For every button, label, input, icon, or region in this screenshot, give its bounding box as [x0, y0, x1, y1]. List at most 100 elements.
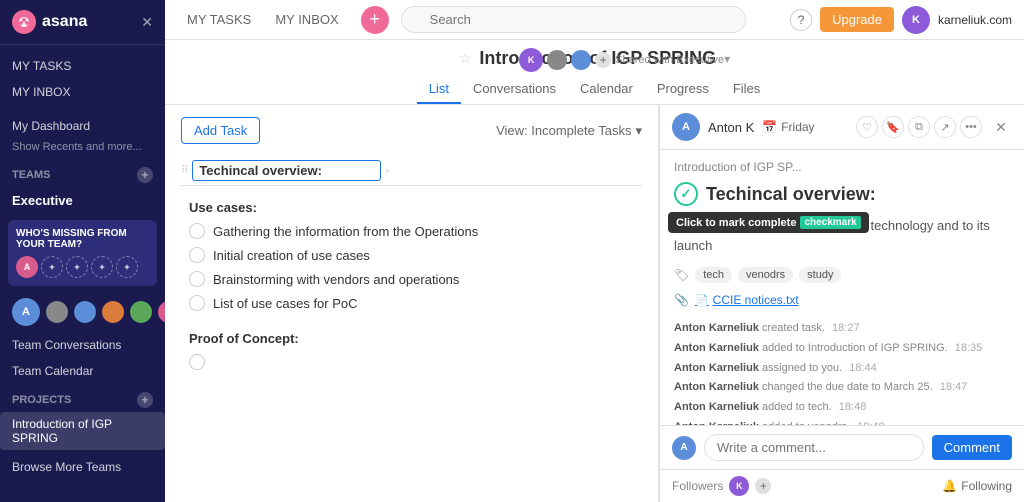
user-name[interactable]: karneliuk.com: [938, 13, 1012, 27]
sidebar-item-my-tasks[interactable]: MY TASKS: [0, 53, 165, 79]
task-check-3[interactable]: [189, 271, 205, 287]
upgrade-button[interactable]: Upgrade: [820, 7, 894, 32]
bookmark-button[interactable]: 🔖: [882, 116, 904, 138]
tab-calendar[interactable]: Calendar: [568, 75, 645, 104]
task-check-4[interactable]: [189, 295, 205, 311]
detail-actions: ♡ 🔖 ⧉ ↗ •••: [856, 116, 982, 138]
topbar-my-tasks[interactable]: MY TASKS: [177, 6, 261, 33]
comment-avatar: A: [672, 436, 696, 460]
add-button[interactable]: +: [361, 6, 389, 34]
sidebar-item-team-calendar[interactable]: Team Calendar: [0, 358, 165, 384]
shared-label: Shared with Executive: [615, 54, 724, 66]
section-title-input[interactable]: [192, 160, 381, 181]
detail-body: Introduction of IGP SP... ✓ Click to mar…: [660, 150, 1024, 425]
detail-header: A Anton K 📅 Friday ♡ 🔖 ⧉ ↗ ••• ✕: [660, 105, 1024, 150]
detail-attachment-row: 📎 📄 CCIE notices.txt: [674, 293, 1010, 307]
tab-list[interactable]: List: [417, 75, 461, 104]
complete-circle-button[interactable]: ✓ Click to mark complete checkmark: [674, 182, 698, 206]
tooltip-text: Click to mark complete: [676, 217, 796, 229]
tooltip-checkmark: checkmark: [800, 216, 860, 229]
section-drag-handle[interactable]: ⠿: [181, 165, 188, 176]
add-follower-button[interactable]: +: [755, 478, 771, 494]
avatar-placeholder-3[interactable]: +: [91, 256, 113, 278]
tab-files[interactable]: Files: [721, 75, 772, 104]
detail-task-title: ✓ Click to mark complete checkmark Techi…: [674, 182, 1010, 206]
tab-progress[interactable]: Progress: [645, 75, 721, 104]
search-area: 🔍: [401, 6, 746, 33]
sidebar-item-my-inbox[interactable]: MY INBOX: [0, 79, 165, 105]
file-icon: 📄: [695, 294, 709, 307]
sidebar-item-dashboard[interactable]: My Dashboard: [0, 113, 165, 139]
topbar: MY TASKS MY INBOX + 🔍 ? Upgrade K karnel…: [165, 0, 1024, 40]
task-text-3[interactable]: Brainstorming with vendors and operation…: [213, 272, 459, 287]
tab-conversations[interactable]: Conversations: [461, 75, 568, 104]
add-task-button[interactable]: Add Task: [181, 117, 260, 144]
check-icon: ✓: [681, 186, 692, 202]
topbar-nav: MY TASKS MY INBOX: [177, 6, 349, 33]
topbar-my-inbox[interactable]: MY INBOX: [265, 6, 348, 33]
project-title-row: ☆ Introduction of IGP SPRING ▾ K + Share…: [181, 48, 1008, 75]
copy-button[interactable]: ⧉: [908, 116, 930, 138]
following-button[interactable]: 🔔 Following: [942, 479, 1012, 493]
team-member-5: [130, 301, 152, 323]
more-button[interactable]: •••: [960, 116, 982, 138]
task-item-5: [181, 350, 642, 374]
like-button[interactable]: ♡: [856, 116, 878, 138]
task-check-5[interactable]: [189, 354, 205, 370]
main-area: MY TASKS MY INBOX + 🔍 ? Upgrade K karnel…: [165, 0, 1024, 502]
avatar-placeholder-1[interactable]: +: [41, 256, 63, 278]
team-member-avatar: A: [12, 298, 40, 326]
search-input[interactable]: [401, 6, 746, 33]
detail-close-button[interactable]: ✕: [990, 116, 1012, 138]
who-missing-banner: WHO'S MISSING FROM YOUR TEAM? A + + + +: [8, 220, 157, 286]
share-button[interactable]: ↗: [934, 116, 956, 138]
task-check-2[interactable]: [189, 247, 205, 263]
calendar-icon: 📅: [762, 120, 777, 134]
comment-input[interactable]: [704, 434, 924, 461]
task-check-1[interactable]: [189, 223, 205, 239]
team-member-2: [46, 301, 68, 323]
sidebar-item-team-conversations[interactable]: Team Conversations: [0, 332, 165, 358]
topbar-right: ? Upgrade K karneliuk.com: [790, 6, 1012, 34]
task-text-1[interactable]: Gathering the information from the Opera…: [213, 224, 478, 239]
comment-button[interactable]: Comment: [932, 435, 1012, 460]
add-shared-button[interactable]: +: [595, 52, 611, 68]
avatar-placeholder-4[interactable]: +: [116, 256, 138, 278]
shared-avatar-2: [547, 50, 567, 70]
tag-venodrs[interactable]: venodrs: [738, 267, 793, 283]
project-dropdown-icon[interactable]: ▾: [724, 52, 730, 66]
view-dropdown-icon: ▾: [635, 123, 642, 139]
team-executive[interactable]: Executive: [0, 187, 165, 214]
task-text-4[interactable]: List of use cases for PoC: [213, 296, 358, 311]
tooltip-box: Click to mark complete checkmark: [668, 212, 869, 233]
assignee-name[interactable]: Anton K: [708, 120, 754, 135]
tag-study[interactable]: study: [799, 267, 841, 283]
section-chevron-icon[interactable]: ›: [385, 165, 389, 177]
attachment-file[interactable]: 📄 CCIE notices.txt: [695, 293, 799, 307]
due-date[interactable]: Friday: [781, 120, 814, 134]
add-team-button[interactable]: +: [137, 167, 153, 183]
help-button[interactable]: ?: [790, 9, 812, 31]
tag-tech[interactable]: tech: [695, 267, 732, 283]
sidebar-close-icon[interactable]: ✕: [141, 14, 153, 31]
show-recents-link[interactable]: Show Recents and more...: [0, 139, 165, 159]
use-cases-section: Use cases:: [181, 192, 642, 219]
detail-footer: A Comment: [660, 425, 1024, 469]
sidebar-project-igp-spring[interactable]: Introduction of IGP SPRING: [0, 412, 165, 450]
avatar-row: A + + + +: [16, 256, 149, 278]
avatar-placeholder-2[interactable]: +: [66, 256, 88, 278]
sidebar-nav: MY TASKS MY INBOX: [0, 45, 165, 113]
task-list-toolbar: Add Task View: Incomplete Tasks ▾: [181, 117, 642, 144]
follower-avatar: K: [729, 476, 749, 496]
activity-item-4: Anton Karneliuk changed the due date to …: [674, 378, 1010, 398]
sidebar: asana ✕ MY TASKS MY INBOX My Dashboard S…: [0, 0, 165, 502]
view-select[interactable]: View: Incomplete Tasks ▾: [496, 123, 642, 139]
star-icon[interactable]: ☆: [459, 50, 472, 67]
activity-item-2: Anton Karneliuk added to Introduction of…: [674, 339, 1010, 359]
add-project-button[interactable]: +: [137, 392, 153, 408]
avatar-1: A: [16, 256, 38, 278]
sidebar-item-browse-teams[interactable]: Browse More Teams: [0, 454, 165, 480]
user-avatar[interactable]: K: [902, 6, 930, 34]
team-member-4: [102, 301, 124, 323]
task-text-2[interactable]: Initial creation of use cases: [213, 248, 370, 263]
